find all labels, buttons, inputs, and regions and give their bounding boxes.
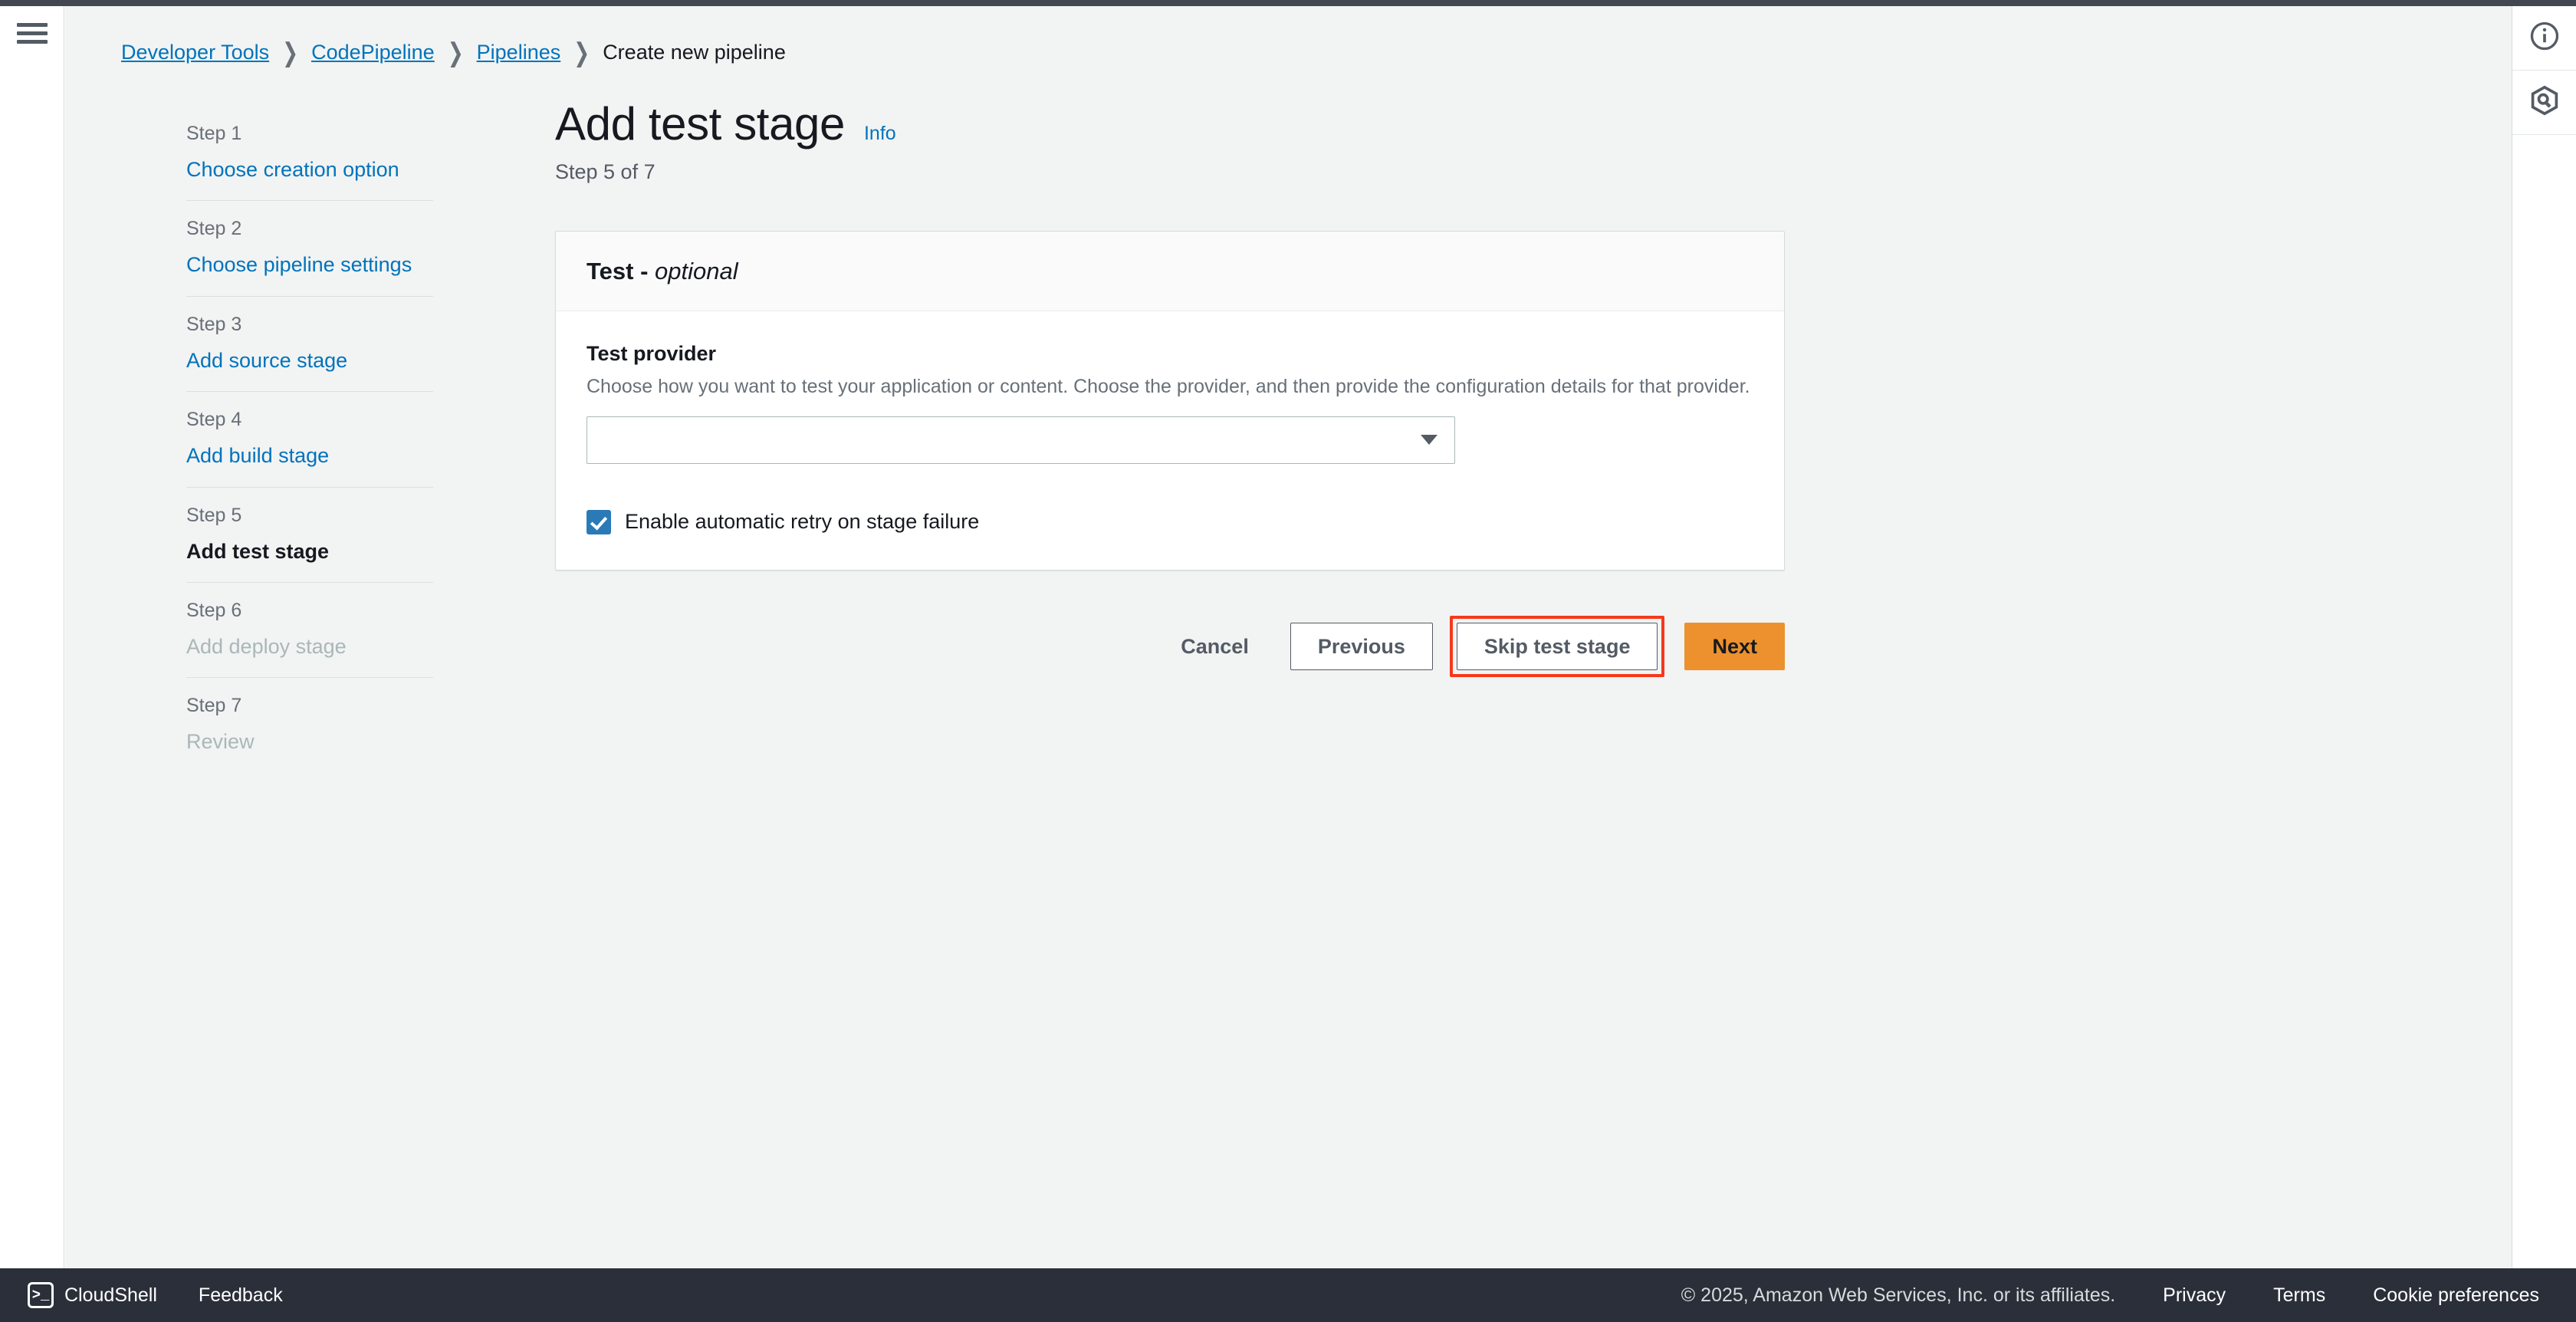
cloudshell-button[interactable]: >_ CloudShell — [28, 1282, 157, 1308]
breadcrumb-separator-icon: ❯ — [573, 38, 590, 67]
card-title-text: Test — [586, 258, 634, 284]
page-title: Add test stage — [555, 98, 845, 150]
wizard-actions: Cancel Previous Skip test stage Next — [555, 616, 1785, 677]
card-title-dash: - — [640, 258, 649, 284]
page-footer: >_ CloudShell Feedback © 2025, Amazon We… — [0, 1268, 2576, 1322]
cloudshell-label: CloudShell — [64, 1284, 157, 1306]
info-panel-button[interactable] — [2512, 6, 2576, 71]
breadcrumb: Developer Tools ❯ CodePipeline ❯ Pipelin… — [121, 38, 786, 67]
wizard-step-sidebar: Step 1 Choose creation option Step 2 Cho… — [186, 106, 433, 755]
breadcrumb-item-pipelines[interactable]: Pipelines — [477, 41, 561, 64]
left-icon-rail — [0, 6, 64, 1268]
step-progress-text: Step 5 of 7 — [555, 160, 656, 183]
breadcrumb-separator-icon: ❯ — [447, 38, 464, 67]
main-content: Developer Tools ❯ CodePipeline ❯ Pipelin… — [65, 6, 2512, 1268]
info-circle-icon — [2528, 19, 2561, 57]
sidebar-step-2: Step 2 Choose pipeline settings — [186, 219, 433, 277]
step-number: Step 2 — [186, 218, 242, 240]
sidebar-item-add-source-stage[interactable]: Add source stage — [186, 348, 433, 373]
sidebar-step-1: Step 1 Choose creation option — [186, 124, 433, 182]
sidebar-item-choose-pipeline-settings[interactable]: Choose pipeline settings — [186, 252, 433, 277]
top-strip — [0, 0, 2576, 6]
card-body: Test provider Choose how you want to tes… — [556, 311, 1784, 570]
skip-test-stage-highlight: Skip test stage — [1449, 616, 1665, 677]
privacy-link[interactable]: Privacy — [2163, 1284, 2226, 1307]
breadcrumb-separator-icon: ❯ — [282, 38, 299, 67]
step-number: Step 1 — [186, 123, 242, 144]
card-title-optional: optional — [655, 258, 738, 284]
page-header: Add test stage Info Step 5 of 7 — [555, 100, 896, 184]
step-number: Step 5 — [186, 504, 242, 526]
test-stage-card: Test - optional Test provider Choose how… — [555, 231, 1785, 571]
breadcrumb-item-codepipeline[interactable]: CodePipeline — [311, 41, 435, 64]
step-divider — [186, 581, 433, 583]
sidebar-item-review: Review — [186, 730, 255, 754]
card-title: Test - optional — [586, 258, 1753, 285]
enable-retry-row: Enable automatic retry on stage failure — [586, 509, 1753, 534]
step-number: Step 7 — [186, 695, 242, 717]
sidebar-step-5: Step 5 Add test stage — [186, 504, 433, 564]
step-divider — [186, 677, 433, 679]
footer-right: © 2025, Amazon Web Services, Inc. or its… — [1681, 1284, 2539, 1307]
copyright-text: © 2025, Amazon Web Services, Inc. or its… — [1681, 1284, 2116, 1306]
amazon-q-button[interactable] — [2512, 71, 2576, 135]
feedback-link[interactable]: Feedback — [199, 1284, 283, 1307]
hamburger-menu-icon[interactable] — [17, 23, 48, 48]
step-divider — [186, 486, 433, 488]
right-icon-rail — [2512, 6, 2576, 1268]
hamburger-bar — [17, 40, 48, 44]
info-link[interactable]: Info — [864, 123, 896, 145]
breadcrumb-item-create-new-pipeline: Create new pipeline — [603, 41, 786, 64]
test-provider-description: Choose how you want to test your applica… — [586, 376, 1750, 397]
previous-button[interactable]: Previous — [1290, 623, 1433, 670]
amazon-q-hexagon-icon — [2528, 84, 2561, 121]
card-header: Test - optional — [556, 232, 1784, 311]
page-title-row: Add test stage Info — [555, 100, 896, 148]
step-number: Step 6 — [186, 599, 242, 621]
sidebar-step-6: Step 6 Add deploy stage — [186, 599, 433, 659]
step-number: Step 3 — [186, 313, 242, 335]
cookie-preferences-link[interactable]: Cookie preferences — [2373, 1284, 2539, 1307]
sidebar-item-add-test-stage[interactable]: Add test stage — [186, 539, 433, 564]
hamburger-bar — [17, 23, 48, 27]
sidebar-item-choose-creation-option[interactable]: Choose creation option — [186, 157, 433, 182]
next-button[interactable]: Next — [1684, 623, 1785, 670]
sidebar-item-add-build-stage[interactable]: Add build stage — [186, 443, 433, 468]
sidebar-step-3: Step 3 Add source stage — [186, 313, 433, 373]
cloudshell-icon: >_ — [28, 1282, 54, 1308]
chevron-down-icon — [1421, 435, 1438, 446]
sidebar-step-4: Step 4 Add build stage — [186, 410, 433, 468]
hamburger-bar — [17, 31, 48, 35]
cancel-button[interactable]: Cancel — [1159, 623, 1270, 670]
footer-left: >_ CloudShell Feedback — [28, 1282, 283, 1308]
step-number: Step 4 — [186, 409, 242, 431]
test-provider-select[interactable] — [586, 416, 1455, 464]
enable-automatic-retry-checkbox[interactable] — [586, 509, 611, 534]
breadcrumb-item-developer-tools[interactable]: Developer Tools — [121, 41, 269, 64]
skip-test-stage-button[interactable]: Skip test stage — [1456, 623, 1658, 670]
terms-link[interactable]: Terms — [2273, 1284, 2325, 1307]
enable-automatic-retry-label: Enable automatic retry on stage failure — [625, 510, 980, 534]
step-divider — [186, 200, 433, 202]
test-provider-label: Test provider — [586, 342, 717, 365]
sidebar-item-add-deploy-stage: Add deploy stage — [186, 634, 347, 658]
step-divider — [186, 391, 433, 393]
step-divider — [186, 295, 433, 297]
sidebar-step-7: Step 7 Review — [186, 696, 433, 754]
